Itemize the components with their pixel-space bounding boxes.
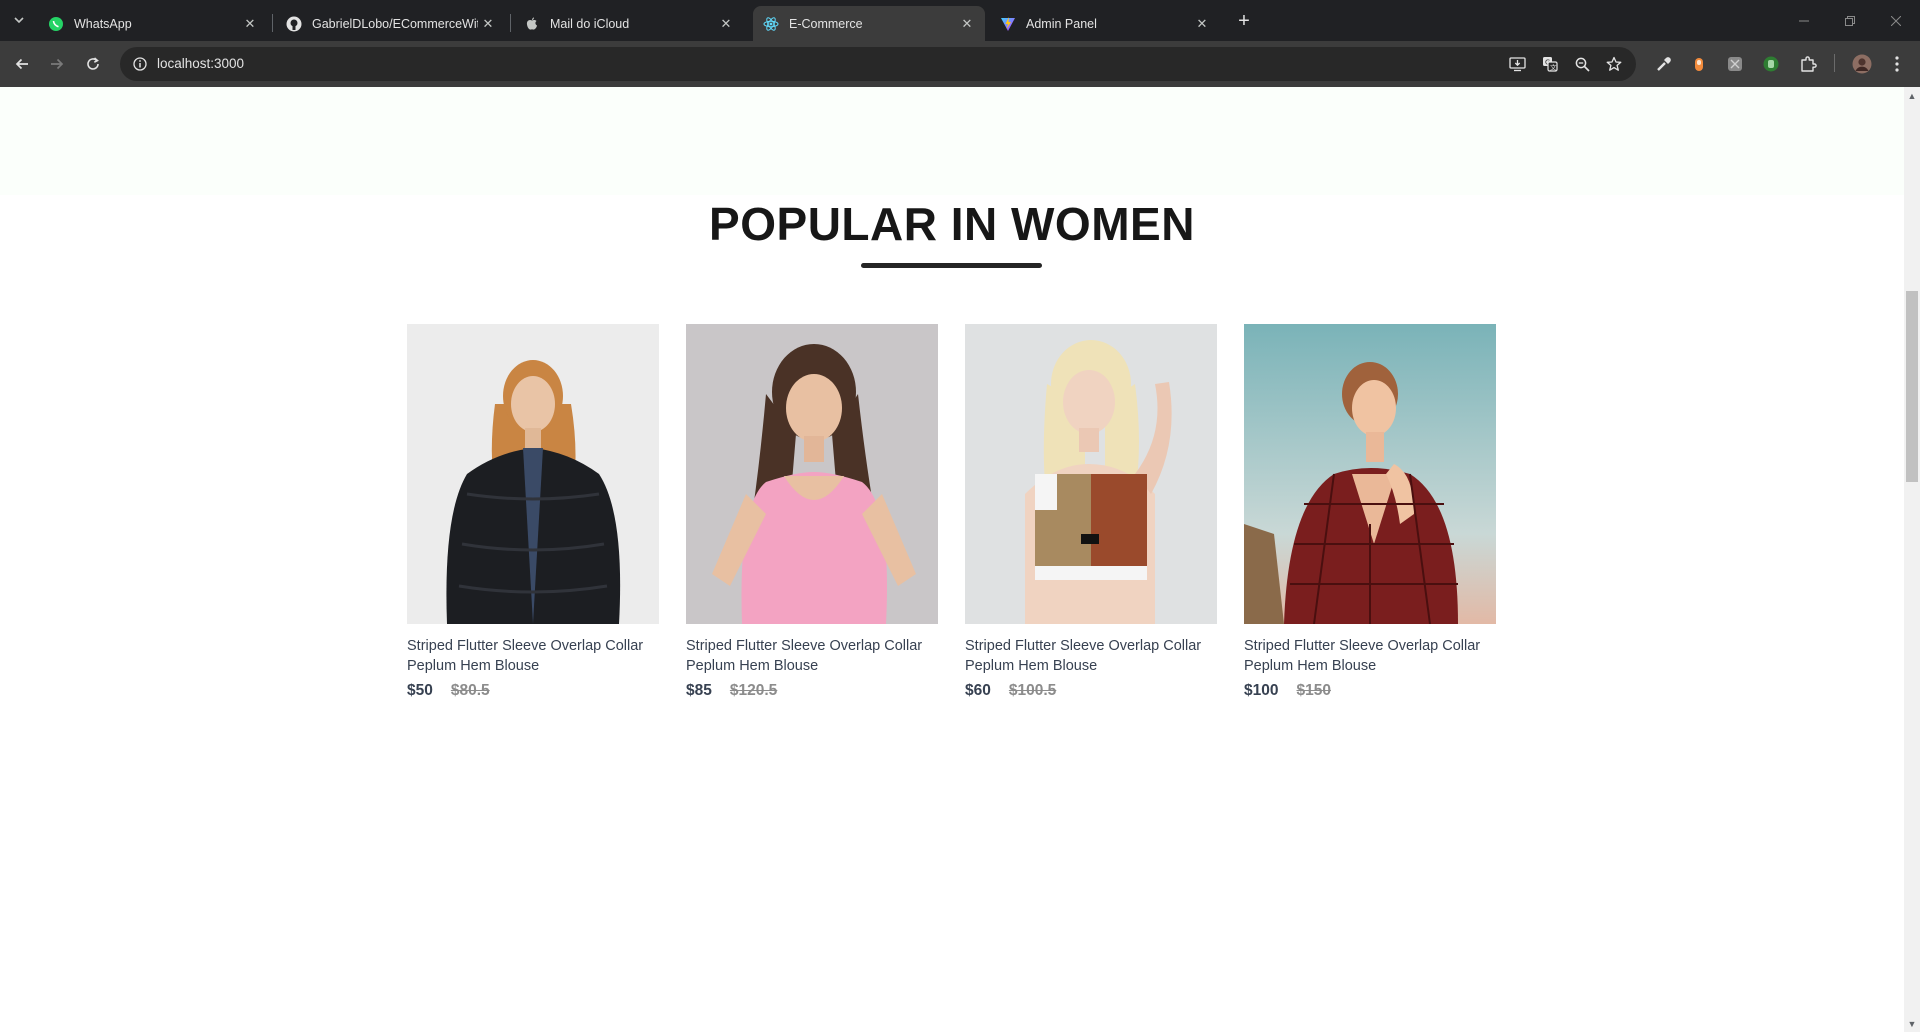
github-icon [286, 16, 302, 32]
close-icon[interactable]: ✕ [716, 14, 736, 34]
extensions-puzzle-icon[interactable] [1797, 53, 1819, 75]
address-bar[interactable]: localhost:3000 G文 [120, 47, 1636, 81]
product-name[interactable]: Striped Flutter Sleeve Overlap Collar Pe… [965, 636, 1217, 676]
product-image[interactable] [407, 324, 659, 624]
reload-icon [87, 57, 99, 70]
restore-icon [1845, 15, 1855, 26]
minimize-icon [1799, 20, 1809, 21]
tab-whatsapp[interactable]: WhatsApp ✕ [38, 6, 268, 41]
tab-title: Admin Panel [1026, 16, 1097, 31]
product-prices: $50 $80.5 [407, 682, 659, 700]
extension-gray-icon[interactable] [1724, 53, 1746, 75]
bookmark-star-icon[interactable] [1604, 54, 1624, 74]
vite-icon [1000, 16, 1016, 32]
product-prices: $85 $120.5 [686, 682, 938, 700]
back-button[interactable] [8, 50, 36, 78]
zoom-icon[interactable] [1572, 54, 1592, 74]
product-prices: $60 $100.5 [965, 682, 1217, 700]
product-card[interactable]: Striped Flutter Sleeve Overlap Collar Pe… [686, 324, 938, 700]
tab-title: WhatsApp [74, 16, 132, 31]
react-icon [763, 16, 779, 32]
product-prices: $100 $150 [1244, 682, 1496, 700]
product-image[interactable] [965, 324, 1217, 624]
scrollbar-thumb[interactable] [1906, 291, 1918, 482]
tab-ecommerce[interactable]: E-Commerce ✕ [753, 6, 985, 41]
tab-title: E-Commerce [789, 16, 863, 31]
title-underline [861, 263, 1042, 268]
install-app-icon[interactable] [1507, 54, 1527, 74]
site-info-icon[interactable] [130, 54, 150, 74]
whatsapp-icon [48, 16, 64, 32]
reload-button[interactable] [79, 50, 107, 78]
tab-strip: WhatsApp ✕ GabrielDLobo/ECommerceWith ✕ … [0, 0, 1920, 41]
extension-orange-icon[interactable] [1688, 53, 1710, 75]
hero-section-bottom [0, 87, 1904, 195]
toolbar-divider [1834, 54, 1835, 72]
restore-button[interactable] [1827, 0, 1873, 41]
arrow-right-icon [51, 58, 64, 70]
new-price: $60 [965, 682, 991, 699]
kebab-menu-icon[interactable] [1886, 53, 1908, 75]
product-card[interactable]: Striped Flutter Sleeve Overlap Collar Pe… [1244, 324, 1496, 700]
forward-button[interactable] [43, 50, 71, 78]
avatar[interactable] [1851, 53, 1873, 75]
section-title: POPULAR IN WOMEN [709, 198, 1195, 250]
new-price: $50 [407, 682, 433, 699]
tab-icloud-mail[interactable]: Mail do iCloud ✕ [514, 6, 744, 41]
scroll-down-icon[interactable]: ▼ [1904, 1016, 1920, 1032]
translate-icon[interactable]: G文 [1540, 54, 1560, 74]
arrow-left-icon [15, 58, 28, 70]
close-window-button[interactable] [1873, 0, 1919, 41]
url-text[interactable]: localhost:3000 [157, 56, 244, 71]
old-price: $120.5 [729, 682, 778, 699]
tab-admin-panel[interactable]: Admin Panel ✕ [990, 6, 1220, 41]
product-name[interactable]: Striped Flutter Sleeve Overlap Collar Pe… [1244, 636, 1496, 676]
old-price: $80.5 [450, 682, 490, 699]
close-icon [1891, 15, 1901, 26]
new-price: $85 [686, 682, 712, 699]
tab-title: Mail do iCloud [550, 16, 630, 31]
product-card[interactable]: Striped Flutter Sleeve Overlap Collar Pe… [407, 324, 659, 700]
scroll-up-icon[interactable]: ▲ [1904, 88, 1920, 104]
extension-green-icon[interactable] [1760, 53, 1782, 75]
apple-icon [524, 16, 540, 32]
close-icon[interactable]: ✕ [240, 14, 260, 34]
close-icon[interactable]: ✕ [1192, 14, 1212, 34]
product-image[interactable] [1244, 324, 1496, 624]
svg-text:文: 文 [1550, 63, 1557, 72]
minimize-button[interactable] [1781, 0, 1827, 41]
product-name[interactable]: Striped Flutter Sleeve Overlap Collar Pe… [407, 636, 659, 676]
product-name[interactable]: Striped Flutter Sleeve Overlap Collar Pe… [686, 636, 938, 676]
old-price: $150 [1296, 682, 1331, 699]
tab-github[interactable]: GabrielDLobo/ECommerceWith ✕ [276, 6, 506, 41]
new-price: $100 [1244, 682, 1279, 699]
product-image[interactable] [686, 324, 938, 624]
eyedropper-extension-icon[interactable] [1652, 53, 1674, 75]
page-viewport: POPULAR IN WOMEN Striped Flutter Sleeve … [0, 87, 1904, 1032]
browser-toolbar: localhost:3000 G文 [0, 41, 1920, 87]
old-price: $100.5 [1008, 682, 1057, 699]
product-card[interactable]: Striped Flutter Sleeve Overlap Collar Pe… [965, 324, 1217, 700]
new-tab-button[interactable]: + [1232, 9, 1256, 33]
close-icon[interactable]: ✕ [478, 14, 498, 34]
close-icon[interactable]: ✕ [957, 14, 977, 34]
tab-search-button[interactable] [7, 8, 31, 32]
tab-title: GabrielDLobo/ECommerceWith [312, 16, 478, 31]
chevron-down-icon [14, 17, 24, 24]
page-scrollbar[interactable] [1904, 87, 1920, 1032]
